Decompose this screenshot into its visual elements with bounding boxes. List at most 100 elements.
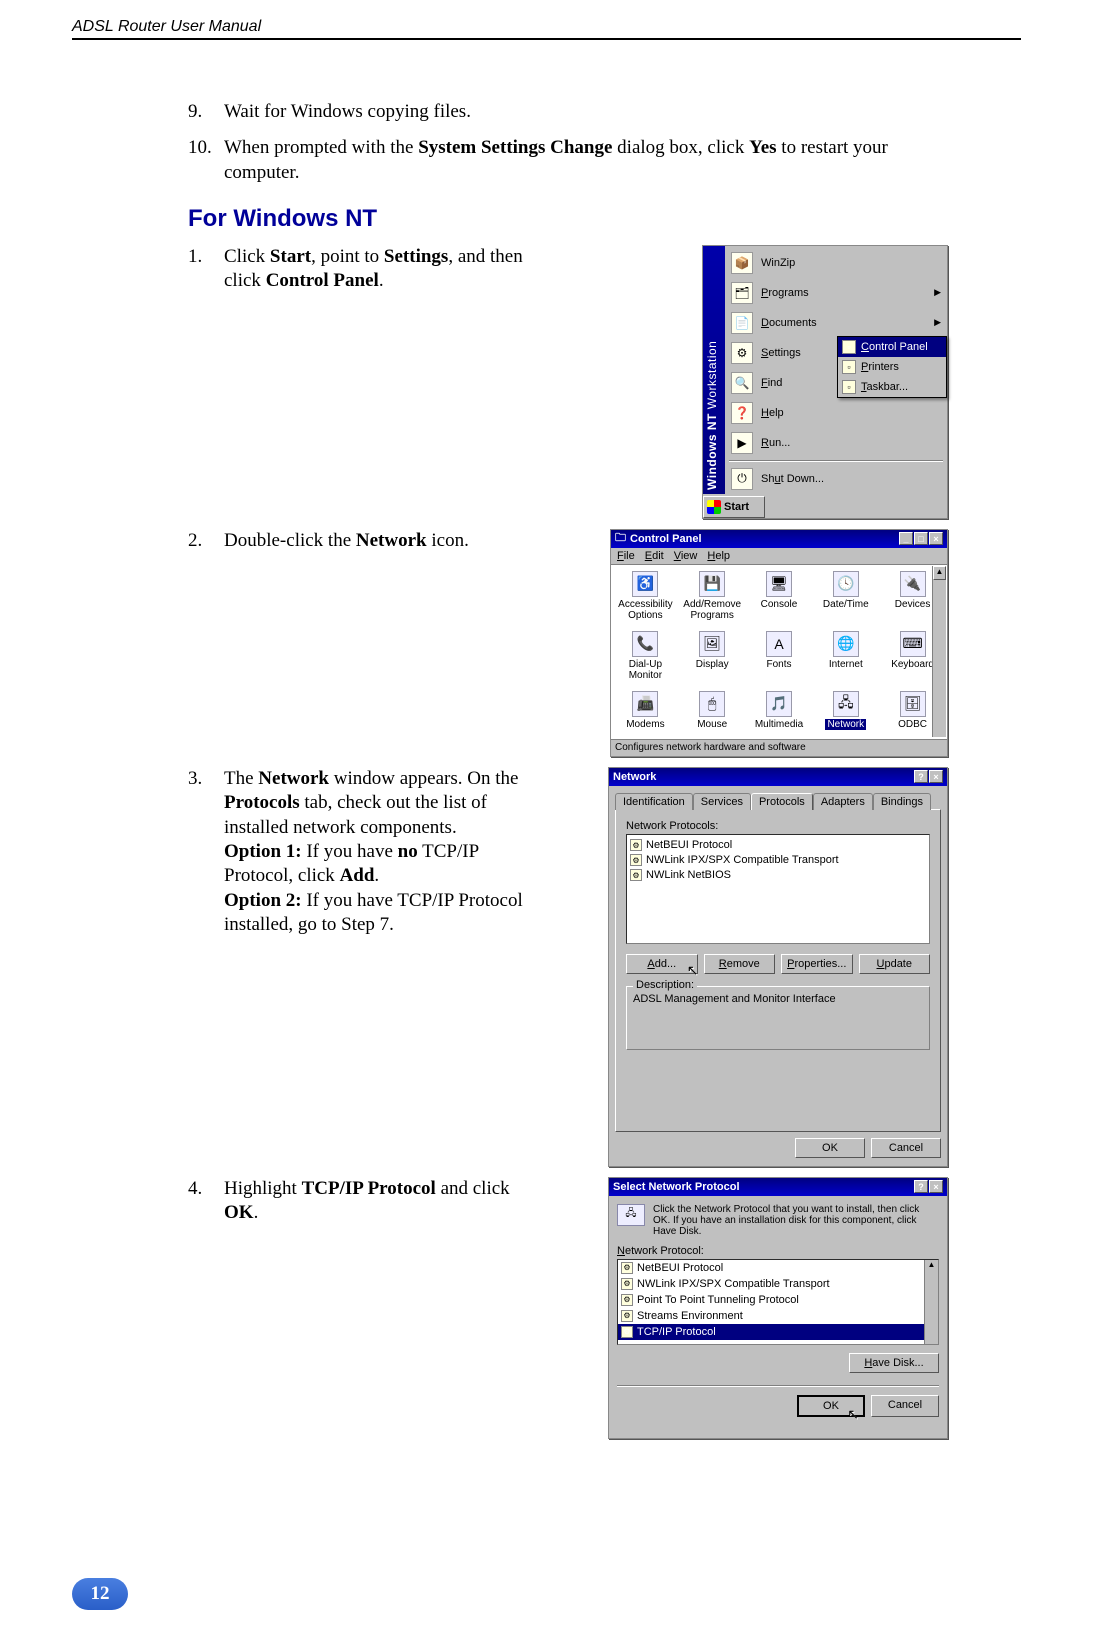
start-menu-item[interactable]: 🗂Programs▶ bbox=[725, 278, 947, 308]
control-panel-item[interactable]: 📠Modems bbox=[613, 689, 678, 739]
start-menu-item[interactable]: 📄Documents▶ bbox=[725, 308, 947, 338]
close-button[interactable]: × bbox=[929, 770, 943, 783]
submenu-icon: ▫ bbox=[842, 380, 856, 394]
protocol-item[interactable]: ⚙NWLink IPX/SPX Compatible Transport bbox=[630, 853, 926, 868]
page-number: 12 bbox=[72, 1578, 128, 1610]
ok-button[interactable]: OK bbox=[797, 1395, 865, 1417]
submenu-item[interactable]: ▫Printers bbox=[838, 357, 946, 377]
section-title: For Windows NT bbox=[188, 205, 948, 233]
app-icon: ⌨ bbox=[900, 631, 926, 657]
tab-services[interactable]: Services bbox=[693, 793, 751, 810]
start-menu-item[interactable]: ❓Help bbox=[725, 398, 947, 428]
step-text: When prompted with the System Settings C… bbox=[224, 136, 948, 185]
menu-item-icon: ▶ bbox=[731, 432, 753, 454]
menu-item-icon: 📦 bbox=[731, 252, 753, 274]
protocol-icon: ⚙ bbox=[621, 1262, 633, 1274]
protocol-icon: ⚙ bbox=[621, 1326, 633, 1338]
protocol-item[interactable]: ⚙NWLink NetBIOS bbox=[630, 868, 926, 883]
app-icon: 📠 bbox=[632, 691, 658, 717]
menu-item[interactable]: View bbox=[674, 550, 698, 562]
control-panel-item[interactable]: 🌐Internet bbox=[813, 629, 878, 687]
submenu-item[interactable]: ▫Taskbar... bbox=[838, 377, 946, 397]
folder-icon: 🗀 bbox=[615, 529, 626, 548]
protocol-option[interactable]: ⚙Streams Environment bbox=[618, 1308, 938, 1324]
protocol-option[interactable]: ⚙TCP/IP Protocol bbox=[618, 1324, 938, 1340]
control-panel-item[interactable]: 🎵Multimedia bbox=[747, 689, 812, 739]
menu-item[interactable]: Edit bbox=[645, 550, 664, 562]
page-header: ADSL Router User Manual bbox=[72, 0, 1021, 40]
app-icon: 🖼 bbox=[699, 631, 725, 657]
help-button[interactable]: ? bbox=[914, 1180, 928, 1193]
protocol-option[interactable]: ⚙NWLink IPX/SPX Compatible Transport bbox=[618, 1276, 938, 1292]
submenu-item[interactable]: ▫Control Panel bbox=[838, 337, 946, 357]
app-icon: 🖥 bbox=[766, 571, 792, 597]
maximize-button[interactable]: □ bbox=[914, 532, 928, 545]
control-panel-item[interactable]: 📞Dial-Up Monitor bbox=[613, 629, 678, 687]
start-button[interactable]: Start bbox=[703, 496, 765, 518]
step-text: Double-click the Network icon. bbox=[224, 529, 546, 553]
control-panel-item[interactable]: ♿Accessibility Options bbox=[613, 569, 678, 627]
properties-button[interactable]: Properties... bbox=[781, 954, 853, 974]
screenshot-start-menu: Windows NT Workstation 📦WinZip🗂Programs▶… bbox=[702, 245, 948, 519]
protocol-option[interactable]: ⚙Point To Point Tunneling Protocol bbox=[618, 1292, 938, 1308]
control-panel-item[interactable]: 💾Add/Remove Programs bbox=[680, 569, 745, 627]
tab-identification[interactable]: Identification bbox=[615, 793, 693, 810]
step-number: 9. bbox=[188, 100, 224, 124]
protocol-item[interactable]: ⚙NetBEUI Protocol bbox=[630, 838, 926, 853]
menu-item-icon: ⏻ bbox=[731, 468, 753, 490]
start-menu-item[interactable]: ⏻Shut Down... bbox=[725, 464, 947, 494]
description-text: ADSL Management and Monitor Interface bbox=[633, 993, 923, 1043]
protocol-icon: ⚙ bbox=[630, 839, 642, 851]
description-label: Description: bbox=[633, 979, 697, 991]
cancel-button[interactable]: Cancel bbox=[871, 1395, 939, 1417]
updatebutton[interactable]: Update bbox=[859, 954, 931, 974]
menu-item[interactable]: File bbox=[617, 550, 635, 562]
scrollbar[interactable]: ▲ bbox=[924, 1260, 938, 1344]
tab-protocols[interactable]: Protocols bbox=[751, 793, 813, 810]
control-panel-item[interactable]: 🕓Date/Time bbox=[813, 569, 878, 627]
help-button[interactable]: ? bbox=[914, 770, 928, 783]
start-menu-item[interactable]: ▶Run... bbox=[725, 428, 947, 458]
select-protocol-titlebar: Select Network Protocol ? × bbox=[609, 1178, 947, 1196]
app-icon: 🔌 bbox=[900, 571, 926, 597]
cancel-button[interactable]: Cancel bbox=[871, 1138, 941, 1158]
network-adapter-icon: 🖧 bbox=[617, 1204, 645, 1226]
nt-sidebar-strip: Windows NT Workstation bbox=[703, 246, 725, 494]
control-panel-item[interactable]: 🖼Display bbox=[680, 629, 745, 687]
control-panel-menubar[interactable]: File Edit View Help bbox=[611, 548, 947, 565]
protocol-icon: ⚙ bbox=[621, 1294, 633, 1306]
screenshot-control-panel: 🗀 Control Panel _ □ × FileEditViewHelp ♿… bbox=[610, 529, 948, 757]
protocols-listbox[interactable]: ⚙NetBEUI Protocol⚙NWLink IPX/SPX Compati… bbox=[626, 834, 930, 944]
control-panel-item[interactable]: 🖱Mouse bbox=[680, 689, 745, 739]
menu-item-icon: 🗂 bbox=[731, 282, 753, 304]
close-button[interactable]: × bbox=[929, 532, 943, 545]
app-icon: 💾 bbox=[699, 571, 725, 597]
control-panel-item[interactable]: 🖥Console bbox=[747, 569, 812, 627]
step-number: 4. bbox=[188, 1177, 224, 1201]
menu-item-icon: ⚙ bbox=[731, 342, 753, 364]
control-panel-item[interactable]: 🖧Network bbox=[813, 689, 878, 739]
app-icon: 🖧 bbox=[833, 691, 859, 717]
tab-bindings[interactable]: Bindings bbox=[873, 793, 931, 810]
control-panel-item[interactable]: AFonts bbox=[747, 629, 812, 687]
have-disk-button[interactable]: Have Disk... bbox=[849, 1353, 939, 1373]
app-icon: 🌐 bbox=[833, 631, 859, 657]
app-icon: 🗄 bbox=[900, 691, 926, 717]
tab-adapters[interactable]: Adapters bbox=[813, 793, 873, 810]
step-text: Click Start, point to Settings, and then… bbox=[224, 245, 546, 294]
start-menu-item[interactable]: 📦WinZip bbox=[725, 248, 947, 278]
removebutton[interactable]: Remove bbox=[704, 954, 776, 974]
close-button[interactable]: × bbox=[929, 1180, 943, 1193]
protocol-listbox[interactable]: ⚙NetBEUI Protocol⚙NWLink IPX/SPX Compati… bbox=[617, 1259, 939, 1345]
menu-item-icon: ❓ bbox=[731, 402, 753, 424]
minimize-button[interactable]: _ bbox=[899, 532, 913, 545]
protocol-option[interactable]: ⚙NetBEUI Protocol bbox=[618, 1260, 938, 1276]
screenshot-network-dialog: Network ? × IdentificationServicesProtoc… bbox=[608, 767, 948, 1167]
protocol-list-label: Network Protocol: bbox=[617, 1245, 939, 1257]
add-button[interactable]: Add... bbox=[626, 954, 698, 974]
scrollbar[interactable]: ▲ bbox=[932, 566, 946, 737]
menu-item[interactable]: Help bbox=[707, 550, 730, 562]
ok-button[interactable]: OK bbox=[795, 1138, 865, 1158]
protocol-icon: ⚙ bbox=[630, 869, 642, 881]
protocol-icon: ⚙ bbox=[621, 1310, 633, 1322]
